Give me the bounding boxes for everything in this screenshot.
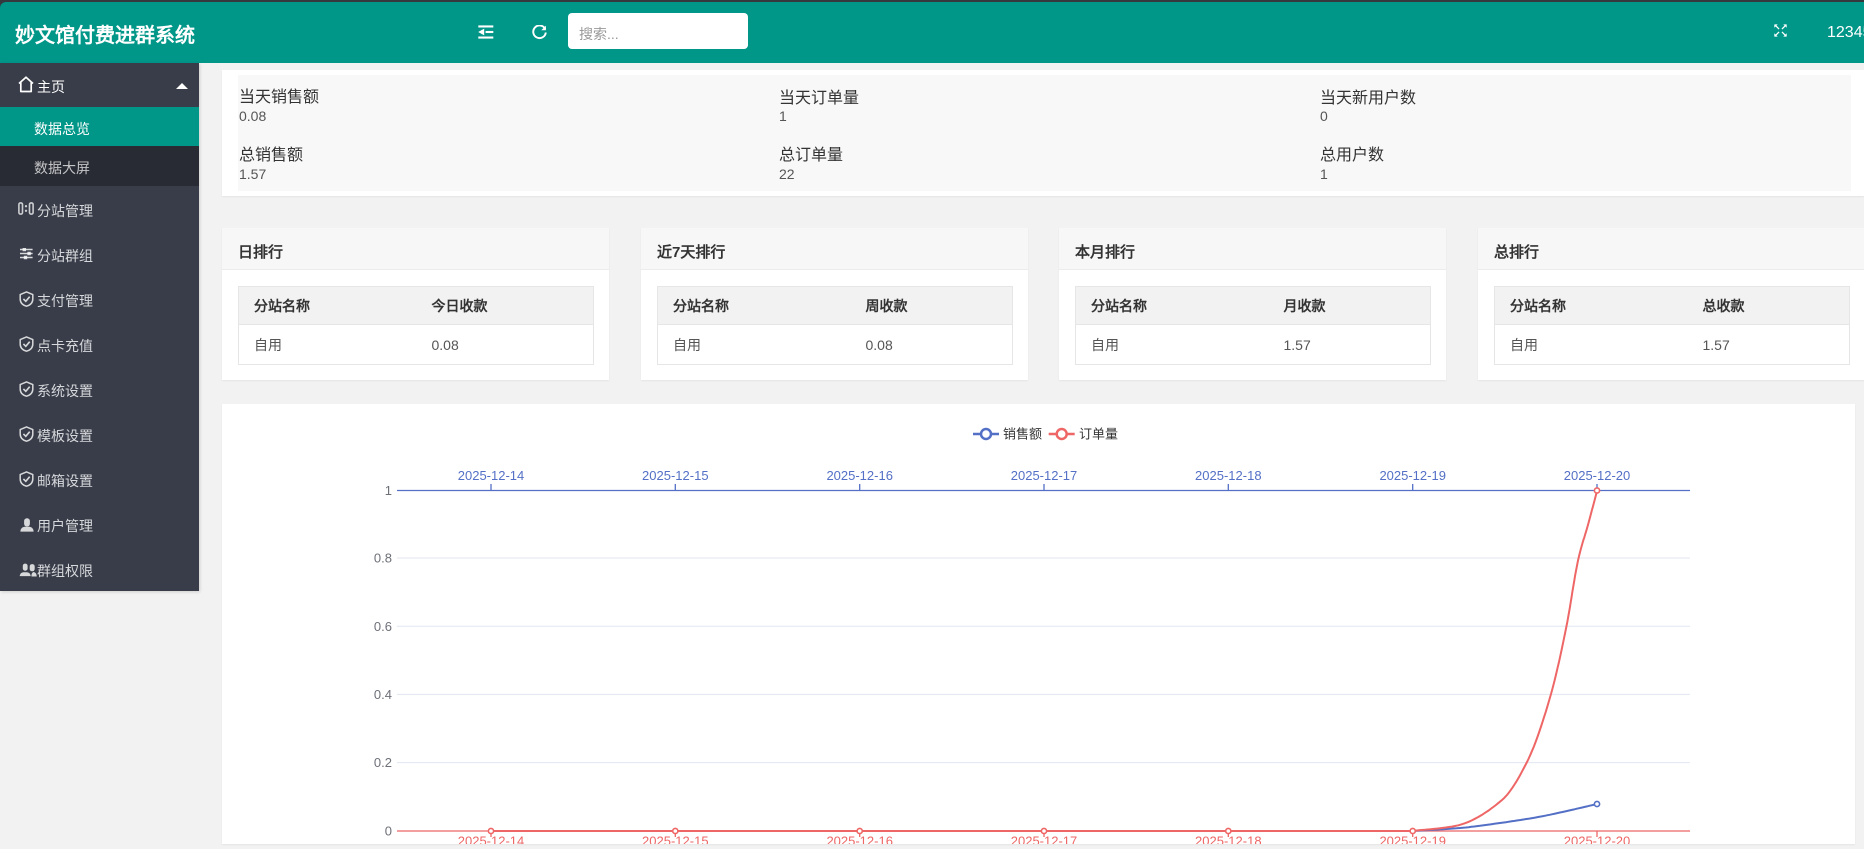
svg-text:2025-12-16: 2025-12-16 [826, 468, 893, 483]
svg-text:2025-12-18: 2025-12-18 [1195, 834, 1262, 845]
svg-text:0.8: 0.8 [374, 551, 392, 566]
svg-text:2025-12-17: 2025-12-17 [1011, 468, 1078, 483]
svg-text:2025-12-14: 2025-12-14 [458, 468, 525, 483]
svg-text:2025-12-15: 2025-12-15 [642, 834, 709, 845]
svg-text:2025-12-19: 2025-12-19 [1379, 834, 1446, 845]
svg-text:0.6: 0.6 [374, 619, 392, 634]
svg-text:2025-12-14: 2025-12-14 [458, 834, 525, 845]
svg-text:2025-12-17: 2025-12-17 [1011, 834, 1078, 845]
svg-text:0.4: 0.4 [374, 687, 392, 702]
svg-text:2025-12-20: 2025-12-20 [1564, 834, 1631, 845]
svg-text:1: 1 [385, 483, 392, 498]
svg-text:销售额: 销售额 [1003, 427, 1042, 442]
svg-text:2025-12-15: 2025-12-15 [642, 468, 709, 483]
svg-text:0.2: 0.2 [374, 755, 392, 770]
svg-text:2025-12-19: 2025-12-19 [1379, 468, 1446, 483]
svg-text:2025-12-20: 2025-12-20 [1564, 468, 1631, 483]
svg-text:2025-12-18: 2025-12-18 [1195, 468, 1262, 483]
svg-text:订单量: 订单量 [1079, 427, 1118, 442]
svg-text:0: 0 [385, 824, 392, 839]
svg-text:2025-12-16: 2025-12-16 [826, 834, 893, 845]
